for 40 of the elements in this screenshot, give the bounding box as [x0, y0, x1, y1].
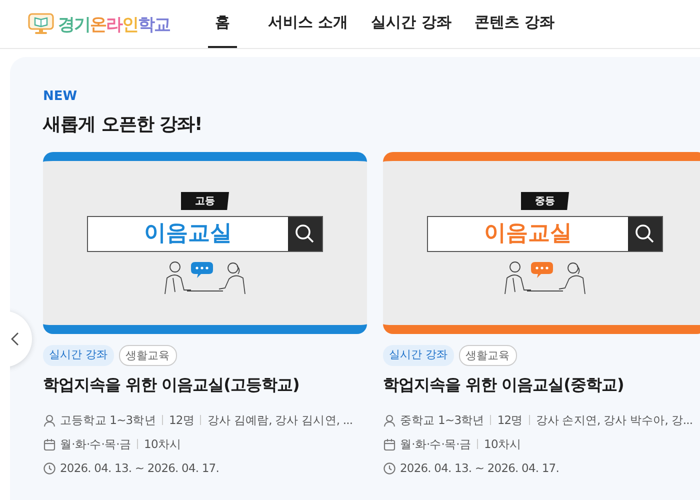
clock-icon	[43, 462, 56, 474]
nav-tab[interactable]: 서비스 소개	[267, 0, 362, 48]
section-title: 새롭게 오픈한 강좌!	[43, 113, 204, 136]
calendar-icon	[383, 438, 396, 450]
banner-text: 이음교실	[143, 220, 233, 248]
search-icon	[628, 217, 662, 251]
course-info-text: 10차시	[484, 436, 522, 452]
course-title[interactable]: 학업지속을 위한 이음교실(중학교)	[383, 375, 700, 396]
course-info-text: 고등학교 1~3학년	[60, 412, 156, 428]
course-info-text: 2026. 04. 13. ~ 2026. 04. 17.	[400, 461, 559, 475]
course-tag: 생활교육	[118, 345, 176, 366]
person-icon	[383, 414, 396, 426]
course-info-text: 월·화·수·목·금	[400, 436, 472, 452]
course-info-text: 월·화·수·목·금	[60, 436, 132, 452]
section-eyebrow: NEW	[43, 89, 78, 104]
course-info-text: 10차시	[144, 436, 182, 452]
course-thumbnail[interactable]: 중등 이음교실	[383, 152, 700, 334]
course-tag: 실시간 강좌	[43, 345, 114, 366]
nav-tab[interactable]: 홈	[208, 0, 237, 48]
course-tag: 실시간 강좌	[383, 345, 454, 366]
calendar-icon	[43, 438, 56, 450]
course-info-text: 12명	[168, 412, 194, 428]
nav-tab[interactable]: 실시간 강좌	[370, 0, 466, 48]
course-info-text: 2026. 04. 13. ~ 2026. 04. 17.	[60, 461, 219, 475]
clock-icon	[383, 462, 396, 474]
monitor-book-icon	[28, 13, 54, 35]
course-title[interactable]: 학업지속을 위한 이음교실(고등학교)	[43, 375, 367, 396]
course-info-text: 중학교 1~3학년	[400, 412, 484, 428]
course-info-text: 강사 김예람, 강사 김시연, ...	[207, 412, 353, 428]
person-icon	[43, 414, 56, 426]
course-thumbnail[interactable]: 고등 이음교실	[43, 152, 367, 334]
search-icon	[288, 217, 322, 251]
course-tag: 생활교육	[458, 345, 516, 366]
course-info-text: 12명	[497, 412, 523, 428]
grade-speech-tag: 고등	[181, 192, 229, 210]
nav-tab[interactable]: 콘텐츠 강좌	[473, 0, 569, 48]
chevron-left-icon	[11, 332, 19, 346]
course-info-text: 강사 손지연, 강사 박수아, 강...	[536, 412, 693, 428]
banner-text: 이음교실	[483, 220, 573, 248]
grade-speech-tag: 중등	[521, 192, 569, 210]
